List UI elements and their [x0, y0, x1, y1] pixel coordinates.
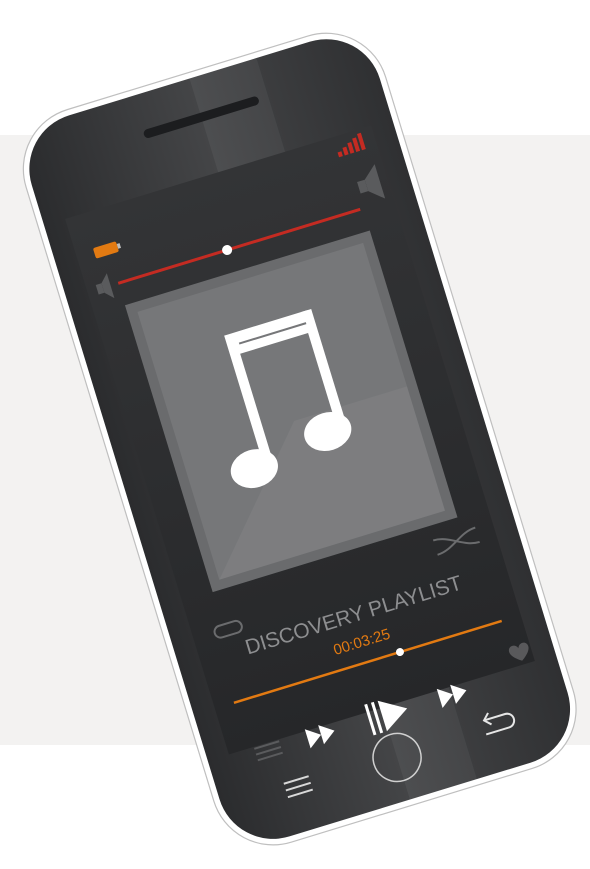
phone-illustration: DISCOVERY PLAYLIST 00:03:25 — [22, 32, 577, 846]
